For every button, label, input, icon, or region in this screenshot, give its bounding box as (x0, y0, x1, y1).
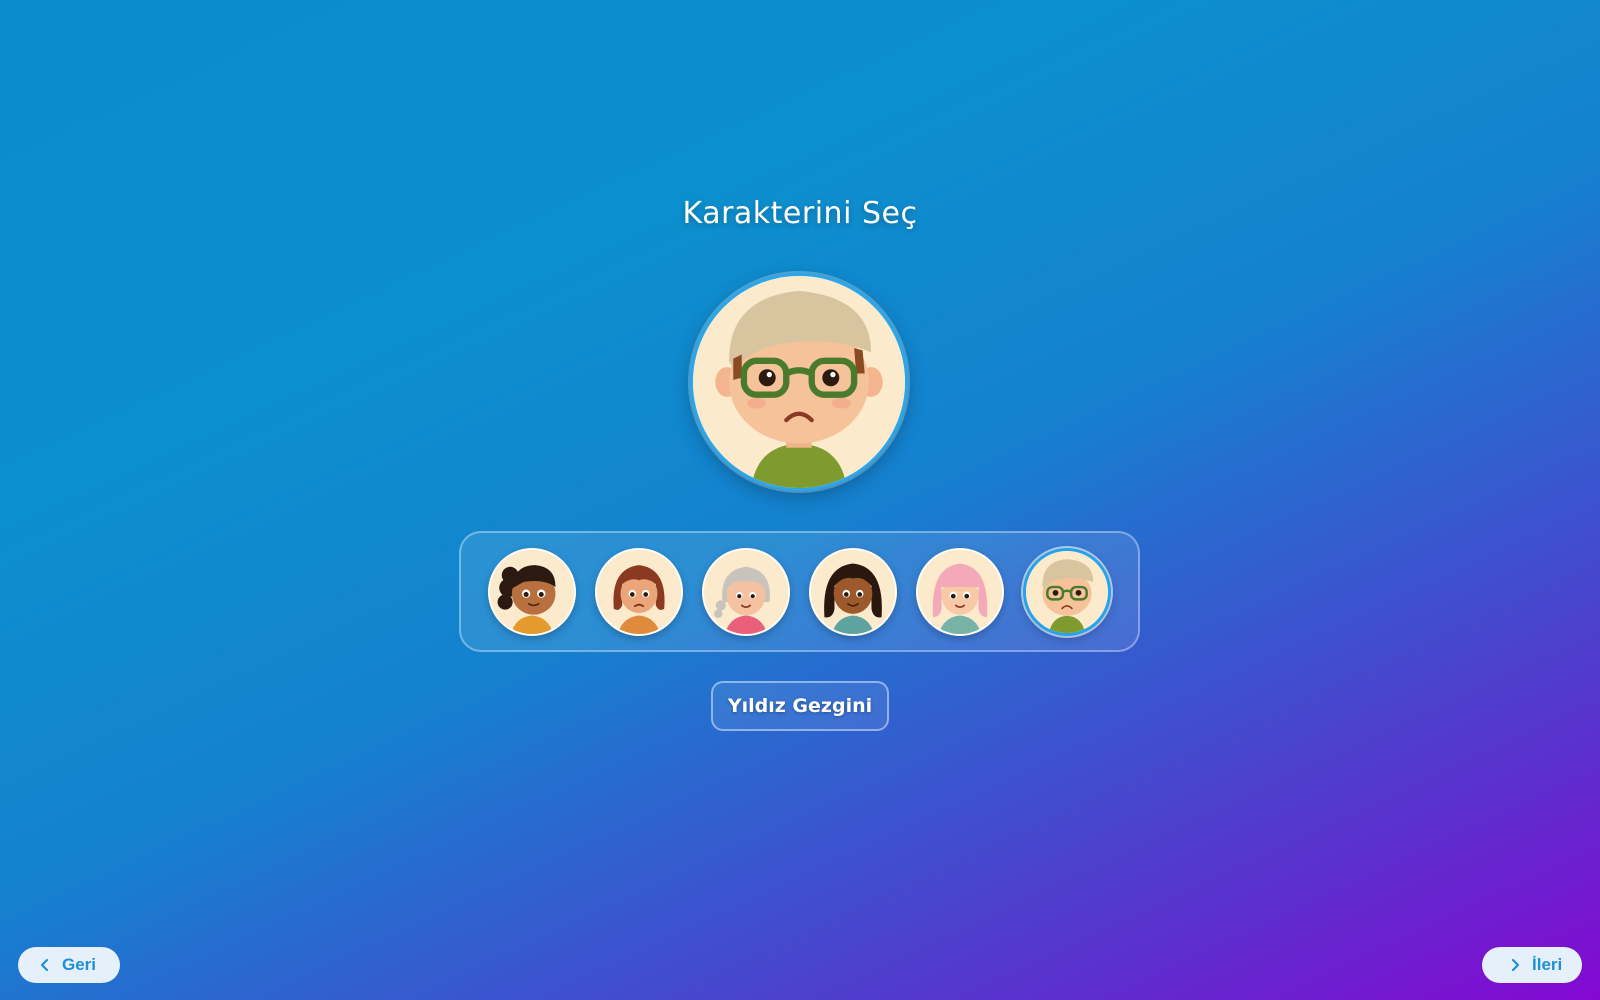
avatar-option-2[interactable] (595, 548, 683, 636)
avatar-option-6[interactable] (1023, 548, 1111, 636)
grey-braid-grandma-illustration (704, 550, 788, 634)
brown-bob-girl-illustration (597, 550, 681, 634)
next-button[interactable]: İleri (1482, 947, 1582, 983)
chevron-right-icon (1511, 958, 1520, 972)
character-name-button[interactable]: Yıldız Gezgini (711, 681, 889, 731)
curly-hair-girl-illustration (490, 550, 574, 634)
back-button-label: Geri (62, 955, 97, 974)
pink-hair-girl-illustration (918, 550, 1002, 634)
chevron-left-icon (40, 958, 49, 972)
glasses-boy-illustration (1026, 551, 1108, 633)
avatar-option-4[interactable] (809, 548, 897, 636)
boy-with-glasses-illustration (693, 276, 905, 488)
avatar-option-1[interactable] (488, 548, 576, 636)
selected-avatar-preview (690, 273, 908, 491)
page-title: Karakterini Seç (682, 196, 918, 231)
next-button-label: İleri (1532, 955, 1563, 974)
avatar-option-5[interactable] (916, 548, 1004, 636)
dark-long-hair-girl-illustration (811, 550, 895, 634)
avatar-option-3[interactable] (702, 548, 790, 636)
avatar-picker (459, 531, 1140, 652)
back-button[interactable]: Geri (18, 947, 120, 983)
